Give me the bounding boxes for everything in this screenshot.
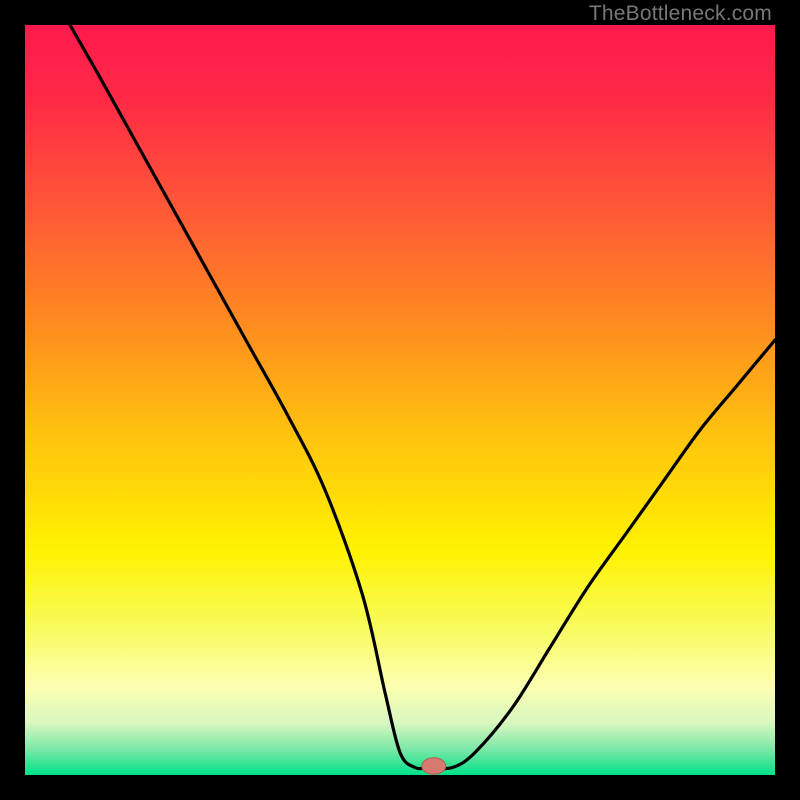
chart-background	[25, 25, 775, 775]
bottleneck-chart	[25, 25, 775, 775]
optimum-marker	[422, 758, 446, 775]
watermark-text: TheBottleneck.com	[589, 2, 772, 26]
chart-frame	[25, 25, 775, 775]
